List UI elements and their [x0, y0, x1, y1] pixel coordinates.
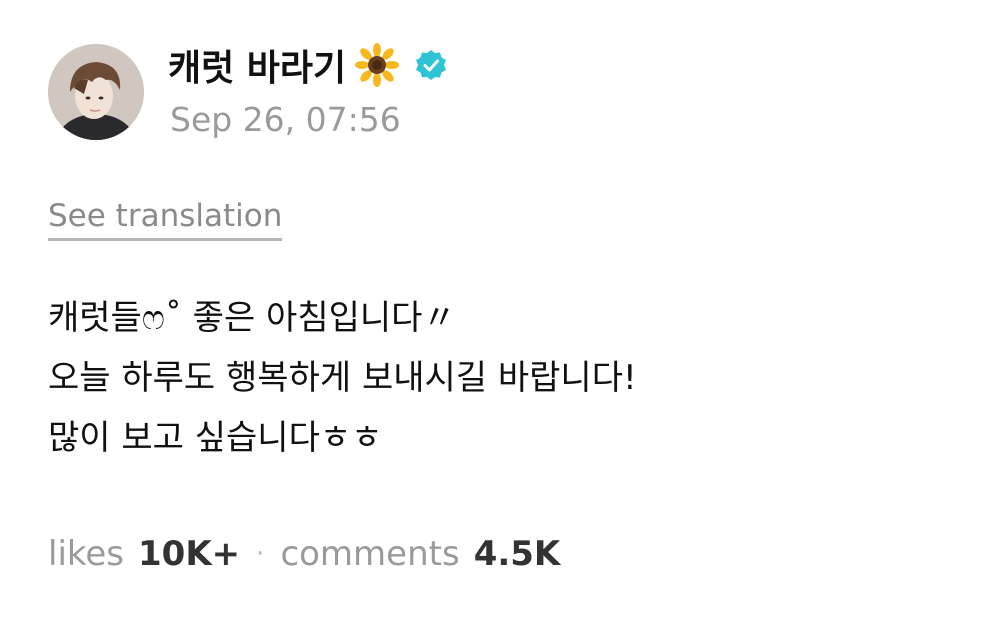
likes-label: likes	[48, 534, 125, 574]
likes-stat[interactable]: likes 10K+	[48, 534, 240, 574]
stats-separator: ·	[256, 539, 265, 569]
see-translation-link[interactable]: See translation	[48, 198, 283, 241]
comments-stat[interactable]: comments 4.5K	[280, 534, 560, 574]
post-body: 캐럿들ෆ˚ 좋은 아침입니다〃 오늘 하루도 행복하게 보내시길 바랍니다! 많…	[48, 288, 978, 468]
comments-label: comments	[280, 534, 460, 574]
author-name-row[interactable]: 캐럿 바라기	[168, 38, 448, 92]
avatar-image	[48, 44, 144, 140]
post-stats: likes 10K+ · comments 4.5K	[48, 534, 560, 574]
comments-count: 4.5K	[473, 534, 561, 574]
post-body-line: 많이 보고 싶습니다ㅎㅎ	[48, 418, 383, 458]
post-body-line: 오늘 하루도 행복하게 보내시길 바랍니다!	[48, 358, 637, 398]
likes-count: 10K+	[138, 534, 241, 574]
avatar[interactable]	[48, 44, 144, 140]
post-body-line: 캐럿들ෆ˚ 좋은 아침입니다〃	[48, 298, 457, 338]
post-timestamp: Sep 26, 07:56	[170, 100, 401, 139]
verified-badge-icon	[414, 48, 448, 82]
sunflower-icon	[354, 42, 400, 88]
author-name[interactable]: 캐럿 바라기	[168, 39, 346, 91]
